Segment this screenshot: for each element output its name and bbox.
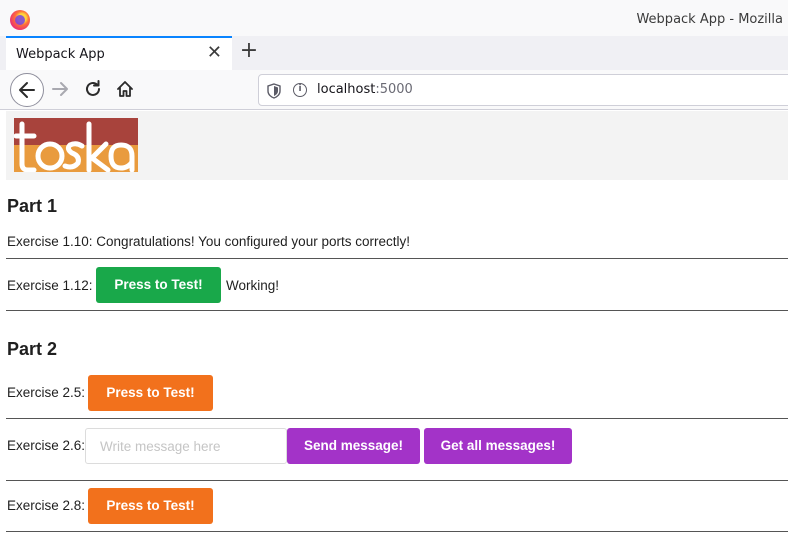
url-text[interactable]: localhost:5000 — [317, 82, 413, 97]
exercise-2-5-test-button[interactable]: Press to Test! — [88, 375, 213, 411]
window-title: Webpack App - Mozilla — [636, 12, 783, 27]
exercise-1-12-label: Exercise 1.12: — [7, 278, 93, 293]
new-tab-plus-icon[interactable]: + — [238, 40, 260, 64]
tracking-protection-shield-icon[interactable] — [267, 83, 281, 99]
forward-button[interactable] — [50, 78, 72, 100]
address-bar[interactable]: i localhost:5000 — [258, 74, 788, 106]
exercise-2-8-label: Exercise 2.8: — [7, 498, 86, 513]
part-2-heading: Part 2 — [7, 339, 58, 359]
back-arrow-icon — [19, 82, 35, 98]
exercise-1-12-result: Working! — [226, 278, 280, 293]
get-all-messages-button[interactable]: Get all messages! — [424, 428, 572, 464]
divider — [6, 258, 788, 259]
divider — [6, 531, 788, 532]
exercise-1-10-text: Exercise 1.10: Congratulations! You conf… — [7, 234, 410, 249]
divider — [6, 310, 788, 311]
back-button[interactable] — [10, 73, 44, 107]
site-info-icon[interactable]: i — [293, 83, 307, 97]
window-titlebar: Webpack App - Mozilla — [0, 0, 788, 36]
navigation-toolbar: i localhost:5000 — [0, 70, 788, 110]
reload-icon — [86, 80, 100, 96]
send-message-button[interactable]: Send message! — [287, 428, 420, 464]
forward-arrow-icon — [52, 82, 68, 96]
close-tab-icon[interactable]: ✕ — [207, 43, 222, 63]
divider — [6, 480, 788, 481]
toska-logo — [14, 118, 138, 172]
reload-button[interactable] — [82, 78, 104, 100]
home-button[interactable] — [114, 78, 136, 100]
tab-strip: Webpack App ✕ + — [0, 36, 788, 70]
part-1-heading: Part 1 — [7, 196, 58, 216]
exercise-2-5-label: Exercise 2.5: — [7, 385, 86, 400]
divider — [6, 418, 788, 419]
tab-label: Webpack App — [16, 47, 105, 62]
message-input[interactable] — [85, 428, 287, 464]
page-content: Part 1 Exercise 1.10: Congratulations! Y… — [0, 111, 788, 551]
exercise-2-6-label: Exercise 2.6: — [7, 438, 86, 453]
header-band — [6, 111, 788, 180]
exercise-2-8-test-button[interactable]: Press to Test! — [88, 488, 213, 524]
home-icon — [117, 81, 133, 97]
exercise-1-12-test-button[interactable]: Press to Test! — [96, 267, 221, 303]
tab-webpack-app[interactable]: Webpack App ✕ — [6, 36, 232, 70]
firefox-logo-icon — [10, 10, 30, 30]
